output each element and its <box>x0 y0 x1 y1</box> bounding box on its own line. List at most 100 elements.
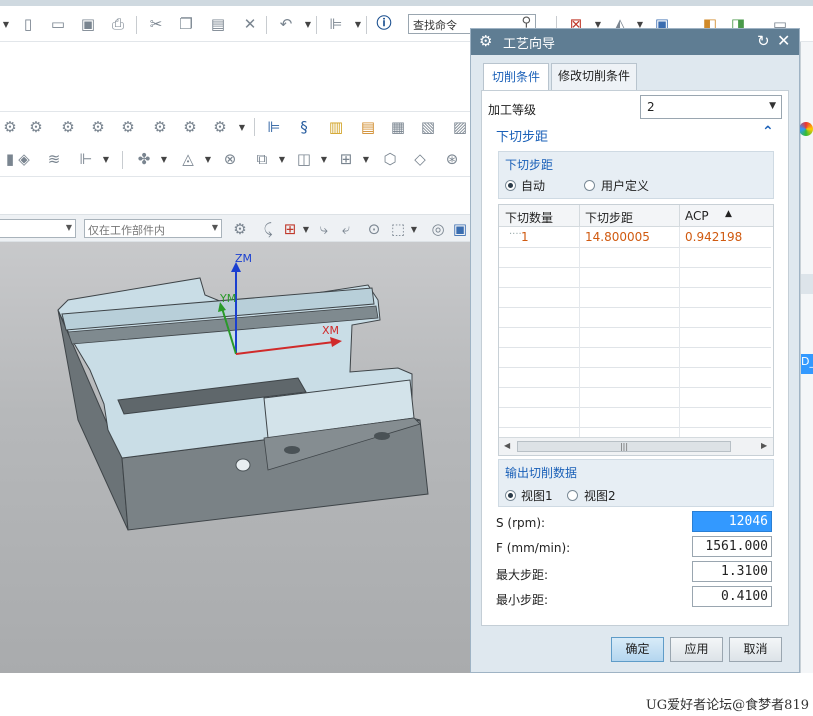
dropdown-arrow[interactable]: ▼ <box>2 14 10 34</box>
snap-icon-8[interactable]: ▣ <box>450 219 470 239</box>
scroll-left-icon[interactable]: ◀ <box>504 441 510 450</box>
close-icon[interactable]: ✕ <box>777 31 790 50</box>
open-folder-icon[interactable]: ▭ <box>48 14 68 34</box>
radio-user-defined[interactable] <box>584 180 595 191</box>
panel-icon[interactable] <box>799 122 813 136</box>
paste-icon[interactable]: ▤ <box>208 14 228 34</box>
output-cls-icon[interactable]: ▧ <box>418 117 438 137</box>
header-acp[interactable]: ACP <box>685 209 709 223</box>
radio-view1-label: 视图1 <box>521 489 553 503</box>
chevron-down-icon: ▼ <box>65 223 72 232</box>
toolpath-icon[interactable]: ⊫ <box>264 117 284 137</box>
snap-icon-1[interactable]: ⤹ <box>258 219 278 239</box>
radio-auto[interactable] <box>505 180 516 191</box>
tool-icon-5[interactable]: ✤ <box>134 149 154 169</box>
min-step-field[interactable]: 0.4100 <box>692 586 772 607</box>
tool-icon-7[interactable]: ⊗ <box>220 149 240 169</box>
reset-icon[interactable]: ↻ <box>757 32 770 50</box>
tool-icon-6[interactable]: ◬ <box>178 149 198 169</box>
copy-icon[interactable]: ❐ <box>176 14 196 34</box>
operation-dropdown[interactable]: ▼ <box>238 117 246 137</box>
max-step-field[interactable]: 1.3100 <box>692 561 772 582</box>
panel-row-selected[interactable]: D_1 <box>801 354 813 374</box>
apply-button[interactable]: 应用 <box>670 637 723 662</box>
info-icon[interactable]: ⓘ <box>374 12 394 32</box>
cancel-button[interactable]: 取消 <box>729 637 782 662</box>
undo-icon[interactable]: ↶ <box>276 14 296 34</box>
operation-icon-6[interactable]: ⚙ <box>150 117 170 137</box>
verify-icon[interactable]: § <box>294 117 314 137</box>
speed-field[interactable]: 12046 <box>692 511 772 532</box>
dialog-title-bar[interactable]: ⚙ 工艺向导 ↻ ✕ <box>471 29 799 55</box>
scope-filter-select[interactable]: 仅在工作部件内 ▼ <box>84 219 222 238</box>
tab-cutting-conditions[interactable]: 切削条件 <box>483 63 549 91</box>
scroll-thumb[interactable]: ||| <box>517 441 731 452</box>
min-step-value: 0.4100 <box>721 589 768 604</box>
radio-view2[interactable] <box>567 490 578 501</box>
save-icon[interactable]: ▣ <box>78 14 98 34</box>
select-filter-icon[interactable]: ⚙ <box>230 219 250 239</box>
operation-icon-1[interactable]: ⚙ <box>0 117 20 137</box>
tool-dropdown-4[interactable]: ▼ <box>278 149 286 169</box>
snap-icon-6[interactable]: ⬚ <box>388 219 408 239</box>
tool-icon-3[interactable]: ≋ <box>44 149 64 169</box>
tool-icon-11[interactable]: ⬡ <box>380 149 400 169</box>
snap-icon-3[interactable]: ⤷ <box>314 219 334 239</box>
undo-dropdown[interactable]: ▼ <box>304 14 312 34</box>
cut-icon[interactable]: ✂ <box>146 14 166 34</box>
tool-dropdown-1[interactable]: ▼ <box>102 149 110 169</box>
simulate-icon[interactable]: ▥ <box>326 117 346 137</box>
operation-icon-8[interactable]: ⚙ <box>210 117 230 137</box>
tool-icon-13[interactable]: ⊛ <box>442 149 462 169</box>
command-finder-icon[interactable]: ⊫ <box>326 14 346 34</box>
blank-area-2 <box>0 178 470 214</box>
header-step[interactable]: 下切步距 <box>585 209 633 226</box>
tool-icon-8[interactable]: ⧉ <box>252 149 272 169</box>
cell-acp: 0.942198 <box>685 230 743 244</box>
snap-dropdown[interactable]: ▼ <box>302 219 310 239</box>
tool-icon-4[interactable]: ⊩ <box>76 149 96 169</box>
table-row[interactable]: ···· 1 14.800005 0.942198 <box>499 227 773 247</box>
tool-icon-2[interactable]: ◈ <box>14 149 34 169</box>
operation-icon-3[interactable]: ⚙ <box>58 117 78 137</box>
header-cut-count[interactable]: 下切数量 <box>505 209 553 226</box>
tool-dropdown-2[interactable]: ▼ <box>160 149 168 169</box>
tool-icon-9[interactable]: ◫ <box>294 149 314 169</box>
snap-icon-4[interactable]: ⤶ <box>336 219 356 239</box>
shop-doc-icon[interactable]: ▦ <box>388 117 408 137</box>
command-finder-dropdown[interactable]: ▼ <box>354 14 362 34</box>
print-icon[interactable]: ⎙ <box>108 14 128 34</box>
section-title[interactable]: 下切步距 <box>496 126 548 145</box>
postprocess-icon[interactable]: ▤ <box>358 117 378 137</box>
operation-icon-5[interactable]: ⚙ <box>118 117 138 137</box>
dialog-title: 工艺向导 <box>503 37 556 52</box>
snap-icon-5[interactable]: ⊙ <box>364 219 384 239</box>
scroll-right-icon[interactable]: ▶ <box>761 441 767 450</box>
operation-icon-2[interactable]: ⚙ <box>26 117 46 137</box>
snap-icon-2[interactable]: ⊞ <box>280 219 300 239</box>
tool-icon-10[interactable]: ⊞ <box>336 149 356 169</box>
horizontal-scrollbar[interactable]: ◀ ||| ▶ <box>499 437 773 455</box>
speed-label: S (rpm): <box>496 516 546 530</box>
feed-field[interactable]: 1561.000 <box>692 536 772 557</box>
delete-icon[interactable]: ✕ <box>240 14 260 34</box>
ok-button[interactable]: 确定 <box>611 637 664 662</box>
operation-icon-7[interactable]: ⚙ <box>180 117 200 137</box>
graphics-viewport[interactable]: ZM YM XM <box>0 242 470 673</box>
tab-modify-cutting-conditions[interactable]: 修改切削条件 <box>551 63 637 90</box>
radio-view1[interactable] <box>505 490 516 501</box>
collapse-icon[interactable]: ⌃ <box>762 124 774 140</box>
tool-dropdown-6[interactable]: ▼ <box>362 149 370 169</box>
operation-icon-4[interactable]: ⚙ <box>88 117 108 137</box>
process-level-select[interactable]: 2 ▼ <box>640 95 782 119</box>
type-filter-select[interactable]: ▼ <box>0 219 76 238</box>
feed-value: 1561.000 <box>705 539 768 554</box>
new-file-icon[interactable]: ▯ <box>18 14 38 34</box>
snap-dropdown-2[interactable]: ▼ <box>410 219 418 239</box>
tool-icon-12[interactable]: ◇ <box>410 149 430 169</box>
tool-dropdown-3[interactable]: ▼ <box>204 149 212 169</box>
feed-label: F (mm/min): <box>496 541 571 555</box>
more-icon[interactable]: ▨ <box>450 117 470 137</box>
tool-dropdown-5[interactable]: ▼ <box>320 149 328 169</box>
snap-icon-7[interactable]: ◎ <box>428 219 448 239</box>
